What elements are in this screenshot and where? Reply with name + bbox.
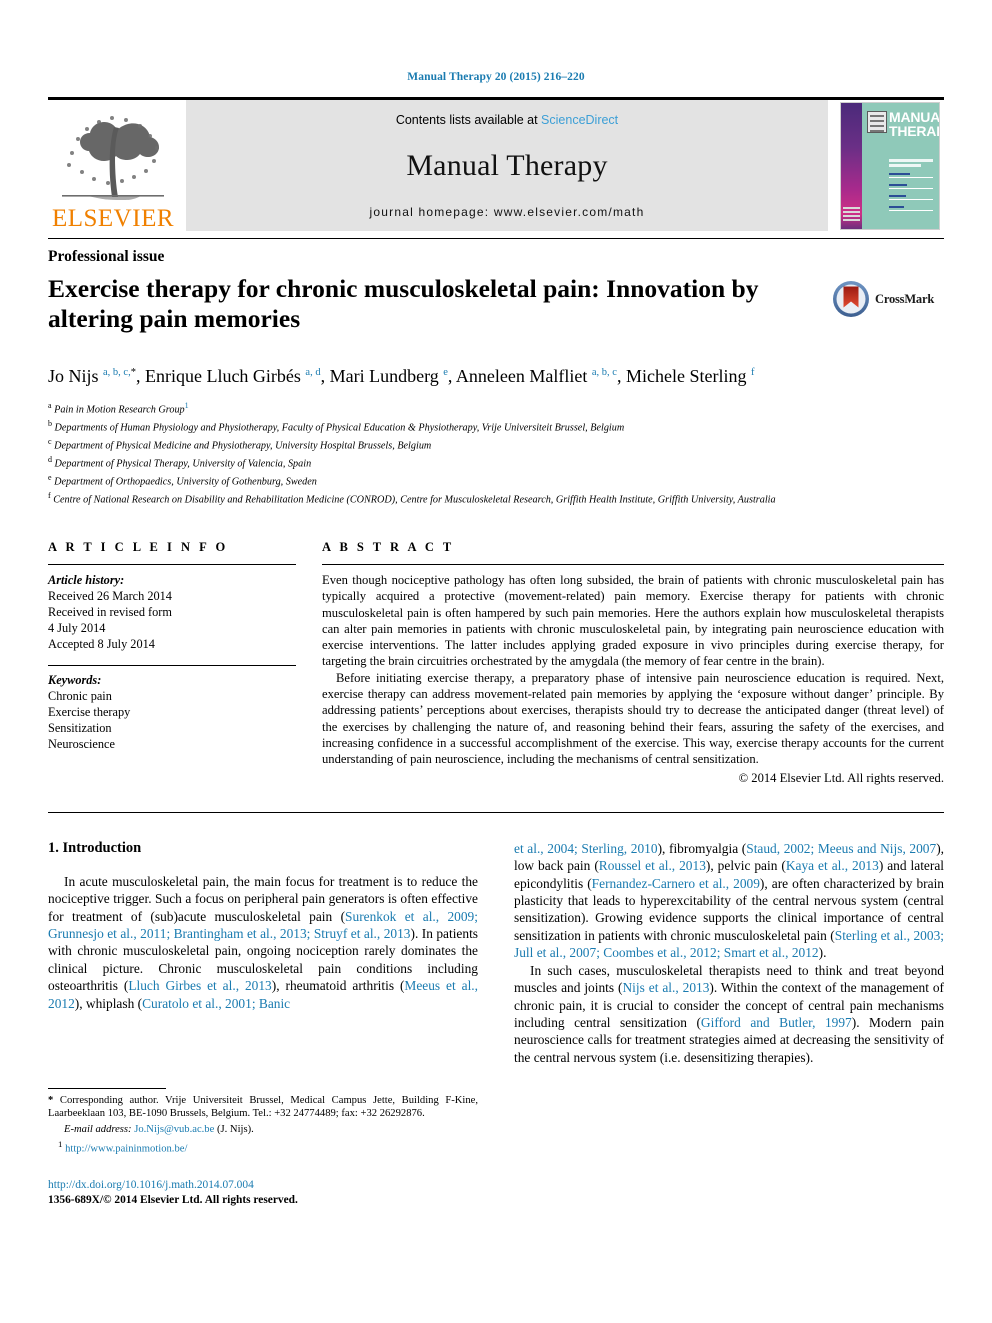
keyword-item: Neuroscience (48, 736, 115, 751)
issn-badge-icon (867, 110, 887, 133)
issn-copyright-line: 1356-689X/© 2014 Elsevier Ltd. All right… (48, 1193, 298, 1206)
article-info-heading: A R T I C L E I N F O (48, 539, 229, 554)
keyword-item: Sensitization (48, 720, 112, 735)
article-info-rule: Article history: Received 26 March 2014 … (48, 563, 296, 652)
running-head: Manual Therapy 20 (2015) 216–220 (407, 71, 585, 83)
introduction-heading: 1. Introduction (48, 839, 142, 856)
author-affil-mark: a, b, c (591, 367, 617, 379)
cover-footer-lines (843, 206, 860, 223)
crossmark-badge[interactable]: CrossMark (832, 280, 944, 318)
page-title: Exercise therapy for chronic musculoskel… (48, 274, 759, 333)
affiliation-item: a Pain in Motion Research Group1 (48, 401, 189, 416)
info-abstract-block: A R T I C L E I N F O Article history: R… (48, 540, 944, 786)
intro-paragraph-right-1: et al., 2004; Sterling, 2010), fibromyal… (514, 840, 945, 961)
history-item: Received in revised form (48, 604, 172, 619)
history-item: Received 26 March 2014 (48, 588, 172, 603)
email-label: E-mail address: (64, 1124, 132, 1136)
abstract-heading: A B S T R A C T (322, 539, 455, 554)
article-info-column: A R T I C L E I N F O Article history: R… (48, 540, 296, 786)
paininmotion-link[interactable]: http://www.paininmotion.be/ (65, 1143, 187, 1154)
cover-title-line1: MANUAL (889, 108, 940, 125)
cover-image: MANUAL THERAPY (840, 101, 940, 230)
crossmark-label: CrossMark (875, 291, 935, 306)
masthead-divider (48, 238, 944, 239)
intro-paragraph-left: In acute musculoskeletal pain, the main … (48, 873, 478, 1011)
sciencedirect-link[interactable]: ScienceDirect (541, 113, 618, 127)
doi-block: http://dx.doi.org/10.1016/j.math.2014.07… (48, 1178, 478, 1208)
author-affil-mark: e (443, 367, 448, 379)
crossmark-icon (833, 281, 869, 317)
body-divider (48, 811, 944, 813)
affiliation-item: b Departments of Human Physiology and Ph… (48, 419, 625, 434)
footnote-block: * Corresponding author. Vrije Universite… (48, 1087, 478, 1208)
section-label: Professional issue (48, 248, 165, 265)
abstract-column: A B S T R A C T Even though nociceptive … (322, 540, 944, 786)
journal-cover-thumbnail[interactable]: MANUAL THERAPY (836, 100, 944, 231)
email-owner: (J. Nijs). (216, 1124, 254, 1136)
corresponding-author-note: * Corresponding author. Vrije Universite… (48, 1094, 478, 1120)
cover-contents-lines (889, 172, 933, 217)
email-note: E-mail address: Jo.Nijs@vub.ac.be (J. Ni… (48, 1123, 478, 1137)
history-item: 4 July 2014 (48, 620, 106, 635)
abstract-copyright: © 2014 Elsevier Ltd. All rights reserved… (738, 770, 944, 785)
right-column: et al., 2004; Sterling, 2010), fibromyal… (514, 840, 944, 1066)
intro-paragraph-right-2: In such cases, musculoskeletal therapist… (514, 962, 945, 1065)
elsevier-tree-icon (62, 116, 164, 200)
contents-available-line: Contents lists available at ScienceDirec… (396, 113, 618, 127)
affiliation-footnote-marker[interactable]: 1 (185, 401, 189, 410)
author-affil-mark: a, b, c, (103, 367, 131, 379)
cover-title: MANUAL THERAPY (889, 108, 940, 139)
title-row: Exercise therapy for chronic musculoskel… (48, 266, 944, 351)
author-affil-mark: a, d (305, 367, 321, 379)
corresponding-author-marker[interactable]: * (131, 367, 136, 378)
keyword-item: Chronic pain (48, 688, 112, 703)
affiliation-item: e Department of Orthopaedics, University… (48, 473, 317, 488)
affiliation-item: d Department of Physical Therapy, Univer… (48, 455, 312, 470)
email-link[interactable]: Jo.Nijs@vub.ac.be (134, 1124, 214, 1135)
affiliation-item: c Department of Physical Medicine and Ph… (48, 437, 432, 452)
author-affil-mark: f (750, 367, 755, 379)
affiliation-list: a Pain in Motion Research Group1 b Depar… (48, 399, 944, 507)
body-columns: 1. Introduction In acute musculoskeletal… (48, 839, 944, 1206)
cover-subtitle-lines (889, 158, 933, 169)
footnote-rule (48, 1087, 166, 1089)
contents-prefix: Contents lists available at (395, 113, 542, 127)
article-history-label: Article history: (48, 572, 125, 587)
author-list: Jo Nijs a, b, c,*, Enrique Lluch Girbés … (48, 366, 755, 387)
url-note: 1 http://www.paininmotion.be/ (48, 1138, 478, 1156)
keywords-label: Keywords: (48, 672, 102, 687)
journal-homepage-link[interactable]: journal homepage: www.elsevier.com/math (370, 205, 645, 219)
abstract-paragraph: Before initiating exercise therapy, a pr… (322, 670, 944, 767)
abstract-paragraph: Even though nociceptive pathology has of… (322, 572, 944, 669)
journal-title: Manual Therapy (406, 149, 608, 182)
abstract-rule: Even though nociceptive pathology has of… (322, 563, 944, 786)
history-item: Accepted 8 July 2014 (48, 636, 155, 651)
cover-title-line2: THERAPY (889, 122, 939, 139)
elsevier-logo: ELSEVIER (48, 100, 178, 231)
affiliation-item: f Centre of National Research on Disabil… (48, 491, 776, 506)
doi-link[interactable]: http://dx.doi.org/10.1016/j.math.2014.07… (48, 1178, 478, 1193)
journal-masthead: ELSEVIER Contents lists available at Sci… (48, 97, 944, 231)
keywords-rule: Keywords: Chronic pain Exercise therapy … (48, 664, 296, 752)
elsevier-wordmark: ELSEVIER (51, 205, 175, 232)
keyword-item: Exercise therapy (48, 704, 131, 719)
article-page: Manual Therapy 20 (2015) 216–220 ELSEVIE… (0, 0, 992, 1323)
footnote-marker: 1 (58, 1138, 63, 1149)
left-column: 1. Introduction In acute musculoskeletal… (48, 839, 478, 1206)
contents-panel: Contents lists available at ScienceDirec… (186, 100, 828, 231)
